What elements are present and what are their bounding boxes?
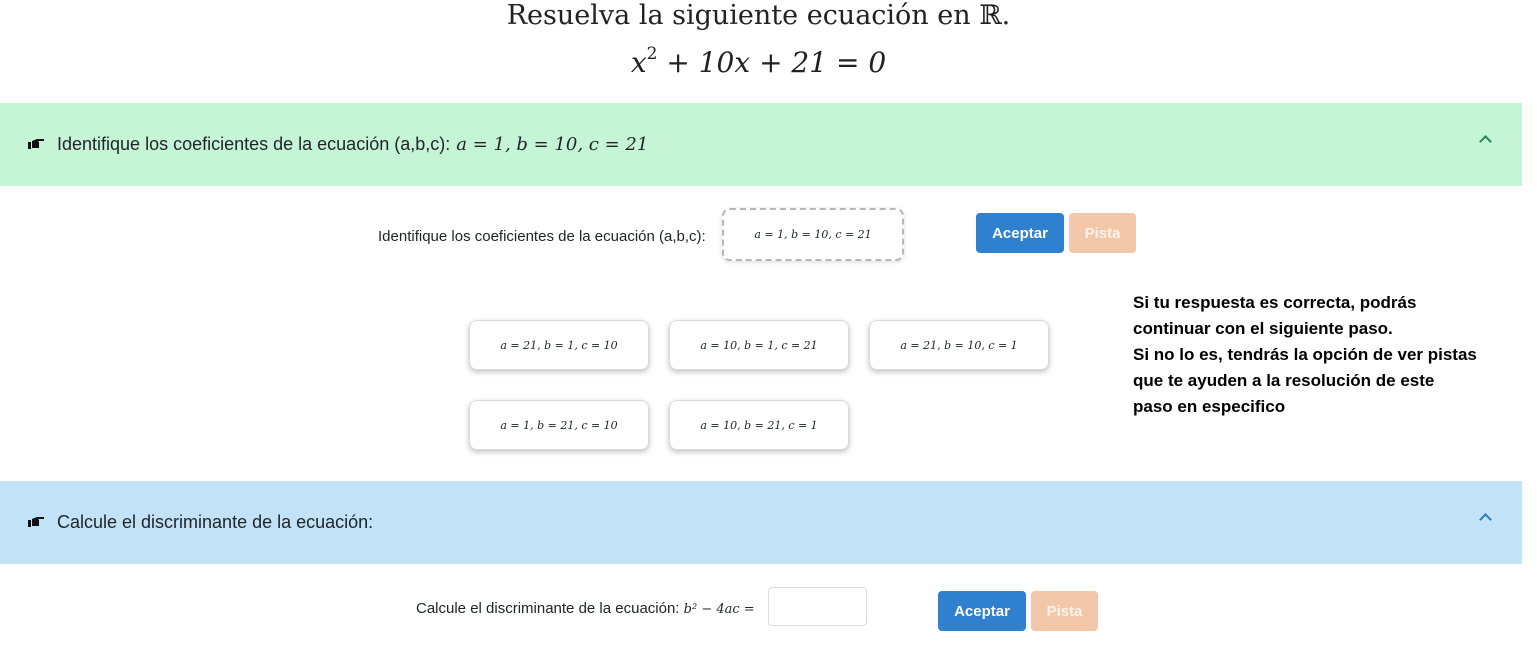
- option-card[interactable]: a = 10, b = 21, c = 1: [669, 400, 849, 450]
- option-card[interactable]: a = 1, b = 21, c = 10: [469, 400, 649, 450]
- step2-prompt: Calcule el discriminante de la ecuación:…: [416, 600, 755, 617]
- page-title: Resuelva la siguiente ecuación en ℝ.: [506, 0, 1011, 31]
- accept-button[interactable]: Aceptar: [938, 591, 1026, 631]
- discriminant-input[interactable]: [768, 587, 867, 626]
- step1-header-answer: a = 1, b = 10, c = 21: [456, 134, 649, 155]
- step1-prompt: Identifique los coeficientes de la ecuac…: [378, 228, 706, 245]
- note-line-1: Si tu respuesta es correcta, podrás cont…: [1133, 293, 1417, 338]
- main-equation: x2 + 10x + 21 = 0: [630, 44, 887, 79]
- option-card[interactable]: a = 21, b = 1, c = 10: [469, 320, 649, 370]
- pointing-hand-icon: [27, 513, 49, 533]
- instruction-note: Si tu respuesta es correcta, podrás cont…: [1133, 290, 1508, 420]
- step2-header[interactable]: Calcule el discriminante de la ecuación:: [0, 481, 1522, 564]
- chevron-up-icon[interactable]: [1479, 135, 1492, 148]
- option-card[interactable]: a = 21, b = 10, c = 1: [869, 320, 1049, 370]
- option-card[interactable]: a = 10, b = 1, c = 21: [669, 320, 849, 370]
- chevron-up-icon[interactable]: [1479, 513, 1492, 526]
- step2-header-label: Calcule el discriminante de la ecuación:: [57, 512, 374, 532]
- pointing-hand-icon: [27, 135, 49, 155]
- answer-drop-zone[interactable]: a = 1, b = 10, c = 21: [722, 208, 904, 261]
- note-line-2: Si no lo es, tendrás la opción de ver pi…: [1133, 345, 1477, 416]
- step1-header[interactable]: Identifique los coeficientes de la ecuac…: [0, 103, 1522, 186]
- discriminant-formula: b² − 4ac =: [683, 602, 755, 617]
- hint-button[interactable]: Pista: [1069, 213, 1136, 253]
- hint-button[interactable]: Pista: [1031, 591, 1098, 631]
- step1-header-label: Identifique los coeficientes de la ecuac…: [57, 134, 451, 154]
- accept-button[interactable]: Aceptar: [976, 213, 1064, 253]
